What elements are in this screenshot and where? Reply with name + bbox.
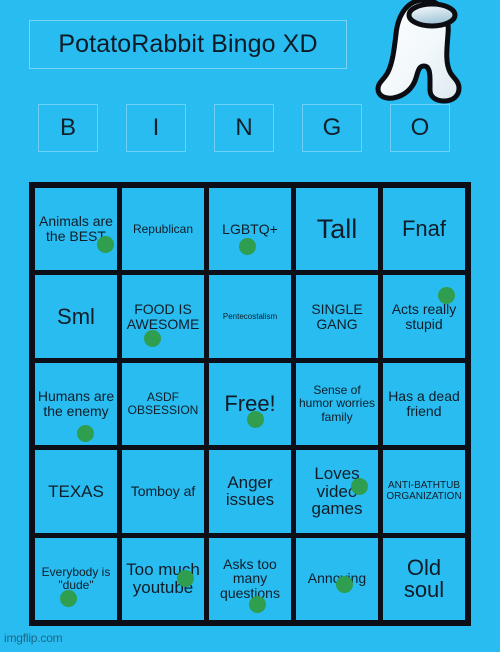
- bingo-cell-g1[interactable]: Tall: [296, 188, 378, 271]
- bingo-cell-g3[interactable]: Sense of humor worries family: [296, 362, 378, 446]
- bingo-cell-o1[interactable]: Fnaf: [383, 188, 465, 271]
- bingo-cell-i1-label: Republican: [132, 221, 194, 236]
- bingo-letter-i-label: I: [152, 114, 160, 141]
- bingo-cell-o2[interactable]: Acts really stupid: [383, 275, 465, 358]
- bingo-cell-g3-label: Sense of humor worries family: [298, 383, 376, 424]
- bingo-letter-g-label: G: [322, 114, 342, 141]
- bingo-cell-g5-label: Annoying: [307, 570, 367, 587]
- bingo-cell-b5[interactable]: Everybody is "dude": [35, 537, 117, 620]
- bingo-cell-o4-label: ANTI-BATHTUB ORGANIZATION: [386, 480, 462, 503]
- bingo-cell-b3-label: Humans are the enemy: [37, 388, 115, 419]
- bingo-cell-o5[interactable]: Old soul: [383, 537, 465, 620]
- bingo-cell-n2-label: Pentecostalism: [222, 312, 278, 321]
- bingo-cell-n1-label: LGBTQ+: [222, 220, 278, 237]
- card-header: PotatoRabbit Bingo XD B I N G O: [0, 0, 500, 183]
- bingo-cell-n5[interactable]: Asks too many questions: [209, 537, 291, 620]
- bingo-cell-o1-label: Fnaf: [401, 216, 447, 242]
- bingo-letter-n[interactable]: N: [214, 104, 274, 152]
- bingo-letter-i[interactable]: I: [126, 104, 186, 152]
- bingo-letter-g[interactable]: G: [302, 104, 362, 152]
- bingo-cell-n3-label: Free!: [224, 390, 276, 416]
- bingo-cell-b5-label: Everybody is "dude": [41, 564, 111, 592]
- bingo-letter-o-label: O: [410, 114, 430, 141]
- bingo-cell-o2-label: Acts really stupid: [391, 300, 457, 332]
- bingo-marker-b5: [60, 589, 77, 607]
- card-title-box[interactable]: PotatoRabbit Bingo XD: [29, 20, 347, 69]
- bingo-letter-b-label: B: [59, 114, 76, 141]
- bingo-letter-n-label: N: [235, 114, 253, 141]
- bingo-cell-b3[interactable]: Humans are the enemy: [35, 362, 117, 446]
- bingo-cell-b1-label: Animals are the BEST: [39, 213, 113, 245]
- bingo-cell-g1-label: Tall: [316, 213, 358, 244]
- bingo-cell-i5-label: Too much youtube: [126, 560, 200, 597]
- bingo-cell-g4[interactable]: Loves video games: [296, 450, 378, 533]
- bingo-cell-i1[interactable]: Republican: [122, 188, 204, 271]
- bingo-cell-b4[interactable]: TEXAS: [35, 450, 117, 533]
- bingo-marker-n1: [239, 238, 256, 255]
- bingo-cell-n4-label: Anger issues: [225, 472, 275, 510]
- bingo-cell-n1[interactable]: LGBTQ+: [209, 188, 291, 271]
- bingo-cell-i2-label: FOOD IS AWESOME: [126, 300, 200, 332]
- bingo-cell-i4-label: Tomboy af: [130, 482, 196, 499]
- bingo-card-grid-container: Animals are the BEST Republican LGBTQ+ T…: [29, 182, 471, 626]
- bingo-cell-b2[interactable]: Sml: [35, 275, 117, 358]
- bingo-cell-n2[interactable]: Pentecostalism: [209, 275, 291, 358]
- bingo-cell-b4-label: TEXAS: [48, 481, 104, 501]
- bingo-cell-n5-label: Asks too many questions: [220, 555, 280, 602]
- bingo-cell-n3-free[interactable]: Free!: [209, 362, 291, 446]
- bingo-cell-i5[interactable]: Too much youtube: [122, 537, 204, 620]
- among-us-crewmate-icon: [375, 0, 462, 104]
- bingo-cell-i3-label: ASDF OBSESSION: [127, 389, 199, 417]
- bingo-cell-g2[interactable]: SINGLE GANG: [296, 275, 378, 358]
- bingo-cell-i2[interactable]: FOOD IS AWESOME: [122, 275, 204, 358]
- bingo-cell-b1[interactable]: Animals are the BEST: [35, 188, 117, 271]
- bingo-marker-i2: [144, 330, 161, 348]
- bingo-cell-b2-label: Sml: [57, 303, 95, 329]
- bingo-letter-b[interactable]: B: [38, 104, 98, 152]
- bingo-letter-o[interactable]: O: [390, 104, 450, 152]
- imgflip-watermark: imgflip.com: [4, 631, 63, 645]
- bingo-cell-i4[interactable]: Tomboy af: [122, 450, 204, 533]
- bingo-cell-g2-label: SINGLE GANG: [311, 300, 363, 332]
- bingo-letters-row: B I N G O: [38, 104, 478, 152]
- bingo-cell-o3[interactable]: Has a dead friend: [383, 362, 465, 446]
- bingo-cell-g5[interactable]: Annoying: [296, 537, 378, 620]
- bingo-cell-i3[interactable]: ASDF OBSESSION: [122, 362, 204, 446]
- bingo-cell-o3-label: Has a dead friend: [388, 388, 460, 419]
- bingo-cell-g4-label: Loves video games: [311, 464, 363, 519]
- page-title: PotatoRabbit Bingo XD: [58, 30, 318, 58]
- bingo-cell-o4[interactable]: ANTI-BATHTUB ORGANIZATION: [383, 450, 465, 533]
- bingo-cell-n4[interactable]: Anger issues: [209, 450, 291, 533]
- bingo-marker-b3: [77, 424, 94, 442]
- bingo-cell-o5-label: Old soul: [403, 554, 445, 602]
- bingo-grid: Animals are the BEST Republican LGBTQ+ T…: [35, 188, 465, 620]
